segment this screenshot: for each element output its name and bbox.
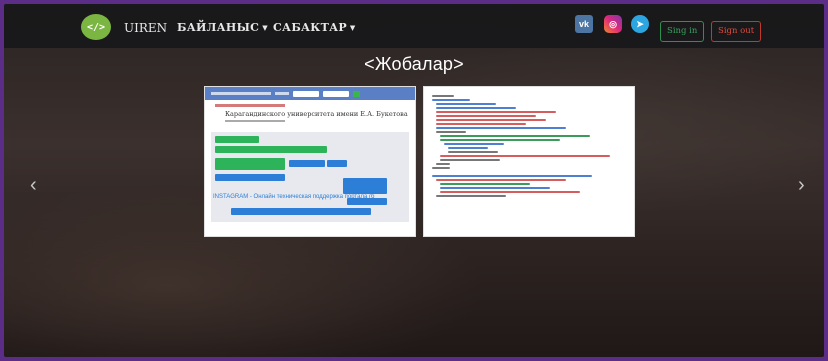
page-frame: </> UIREN БАЙЛАНЫС ▼ САБАКТАР ▼ vk ◎ ➤ Sin… xyxy=(4,4,824,357)
chevron-down-icon: ▼ xyxy=(349,23,356,32)
nav-dropdown-lessons-label: САБАКТАР xyxy=(273,21,347,34)
nav-dropdown-contact[interactable]: БАЙЛАНЫС ▼ xyxy=(177,21,268,34)
project-card-code[interactable] xyxy=(423,86,635,237)
section-heading: <Жобалар> xyxy=(364,54,464,74)
project-card-website[interactable]: Карагандинского университета имени Е.А. … xyxy=(204,86,416,237)
vk-icon[interactable]: vk xyxy=(575,15,593,33)
code-thumbnail xyxy=(424,87,634,205)
instagram-icon[interactable]: ◎ xyxy=(604,15,622,33)
project-thumbnail-navbar xyxy=(205,87,415,100)
logo-icon[interactable]: </> xyxy=(81,14,111,40)
carousel-next-icon[interactable]: › xyxy=(798,174,805,197)
chevron-down-icon: ▼ xyxy=(262,23,268,32)
project-thumbnail-title: Карагандинского университета имени Е.А. … xyxy=(225,110,408,118)
project-thumbnail-body: Карагандинского университета имени Е.А. … xyxy=(205,100,415,132)
project-thumbnail-panel: INSTAGRAM - Онлайн техническая поддержка… xyxy=(211,132,409,222)
sign-in-button[interactable]: Sing in xyxy=(660,21,705,42)
navbar: </> UIREN БАЙЛАНЫС ▼ САБАКТАР ▼ vk ◎ ➤ Sin… xyxy=(4,4,824,48)
telegram-icon[interactable]: ➤ xyxy=(631,15,649,33)
brand-link[interactable]: UIREN xyxy=(124,21,167,35)
carousel-prev-icon[interactable]: ‹ xyxy=(30,174,37,197)
nav-dropdown-lessons[interactable]: САБАКТАР ▼ xyxy=(273,21,356,34)
nav-dropdown-contact-label: БАЙЛАНЫС xyxy=(177,21,260,34)
sign-out-button[interactable]: Sign out xyxy=(711,21,762,42)
